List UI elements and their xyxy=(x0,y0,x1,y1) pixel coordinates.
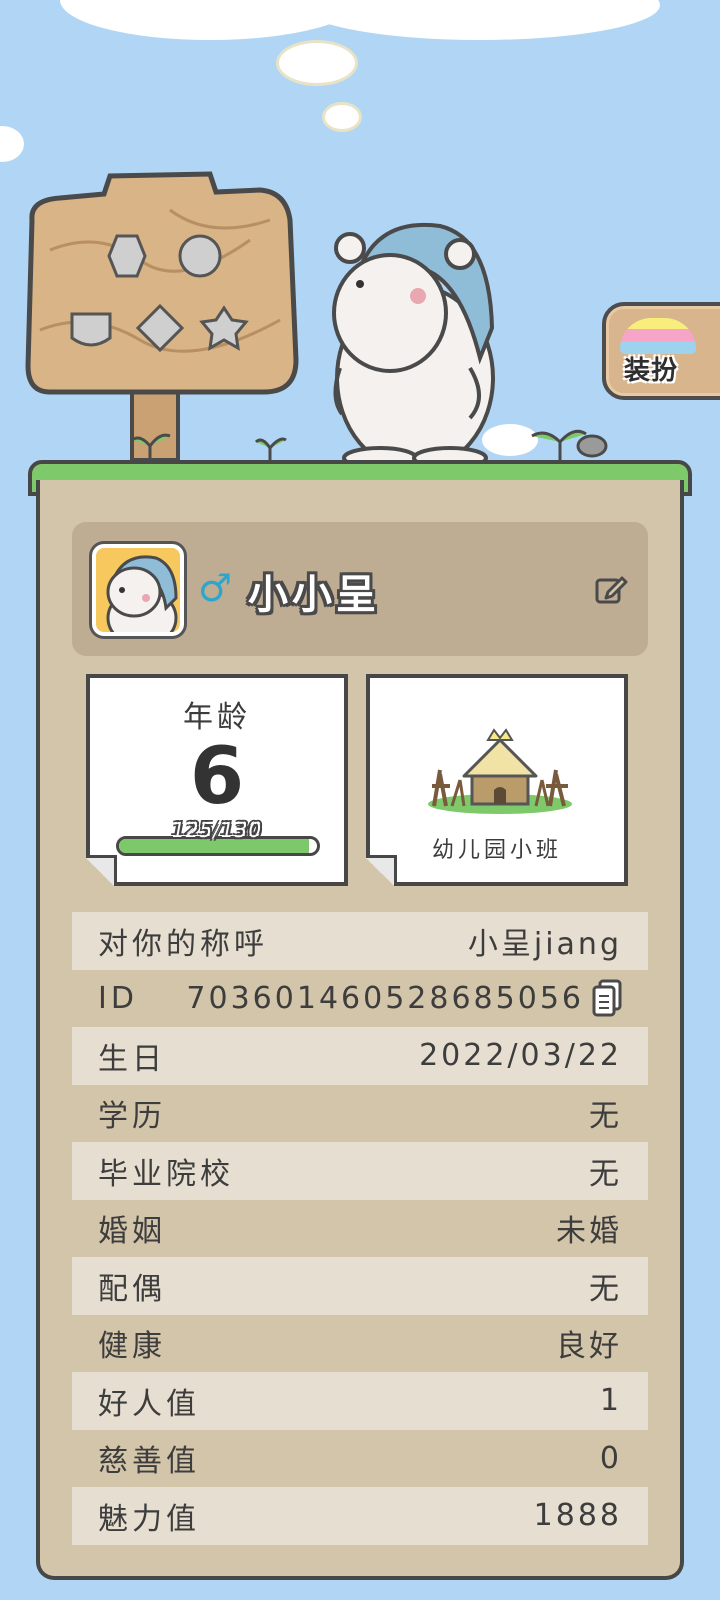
info-row-education: 学历 无 xyxy=(72,1085,648,1143)
age-card: 年龄 6 125/130 xyxy=(86,674,348,886)
age-title: 年龄 xyxy=(183,700,251,735)
info-label: 生日 xyxy=(98,1041,166,1077)
ground-decorations xyxy=(131,424,608,460)
info-list: 对你的称呼 小呈jiang ID 70360146052868​5056 生日 … xyxy=(72,912,648,1545)
info-label: 学历 xyxy=(98,1099,166,1135)
info-label: 魅力值 xyxy=(98,1501,200,1537)
info-value: 良好 xyxy=(556,1329,622,1365)
info-value: 无 xyxy=(589,1271,622,1307)
info-label: 毕业院校 xyxy=(98,1156,234,1192)
dress-up-label: 装扮 xyxy=(624,356,679,386)
age-progress-text: 125/130 xyxy=(171,818,263,842)
school-label: 幼儿园小班 xyxy=(431,838,562,863)
info-value: 小呈jiang xyxy=(467,926,622,962)
info-value: 无 xyxy=(589,1099,622,1135)
info-label: 婚姻 xyxy=(98,1214,166,1250)
info-value: 2022/03/22 xyxy=(419,1038,622,1074)
info-row-charm: 魅力值 1888 xyxy=(72,1487,648,1545)
info-row-marriage: 婚姻 未婚 xyxy=(72,1200,648,1258)
age-value: 6 xyxy=(189,732,245,822)
info-row-birthday: 生日 2022/03/22 xyxy=(72,1027,648,1085)
copy-icon[interactable] xyxy=(592,979,622,1017)
info-label: ID xyxy=(98,980,138,1016)
info-value: 无 xyxy=(589,1156,622,1192)
info-row-id: ID 70360146052868​5056 xyxy=(72,970,648,1028)
info-label: 慈善值 xyxy=(98,1444,200,1480)
dress-up-button[interactable]: 装扮 xyxy=(602,302,720,400)
info-label: 好人值 xyxy=(98,1386,200,1422)
edit-icon[interactable] xyxy=(594,572,628,606)
info-row-good-person: 好人值 1 xyxy=(72,1372,648,1430)
info-label: 健康 xyxy=(98,1329,166,1365)
info-row-spouse: 配偶 无 xyxy=(72,1257,648,1315)
nickname: 小小呈 xyxy=(248,572,380,618)
rainbow-icon xyxy=(620,318,696,354)
profile-scene: 装扮 ♂ 小小呈 年龄 6 125/130 幼儿园小班 对你的称呼 小呈jian… xyxy=(0,0,720,1600)
info-value: 70360146052868​5056 xyxy=(186,980,584,1016)
profile-header: ♂ 小小呈 xyxy=(72,522,648,656)
avatar[interactable] xyxy=(92,544,184,636)
info-value: 未婚 xyxy=(556,1214,622,1250)
school-card[interactable]: 幼儿园小班 xyxy=(366,674,628,886)
kindergarten-hut-icon xyxy=(428,728,572,814)
info-label: 配偶 xyxy=(98,1271,166,1307)
info-row-health: 健康 良好 xyxy=(72,1315,648,1373)
info-value: 0 xyxy=(599,1440,622,1476)
info-value: 1888 xyxy=(533,1498,622,1534)
info-label: 对你的称呼 xyxy=(98,926,268,962)
info-row-nickname[interactable]: 对你的称呼 小呈jiang xyxy=(72,912,648,970)
info-row-charity: 慈善值 0 xyxy=(72,1430,648,1488)
info-value: 1 xyxy=(599,1383,622,1419)
male-gender-icon: ♂ xyxy=(198,566,233,610)
info-row-school: 毕业院校 无 xyxy=(72,1142,648,1200)
